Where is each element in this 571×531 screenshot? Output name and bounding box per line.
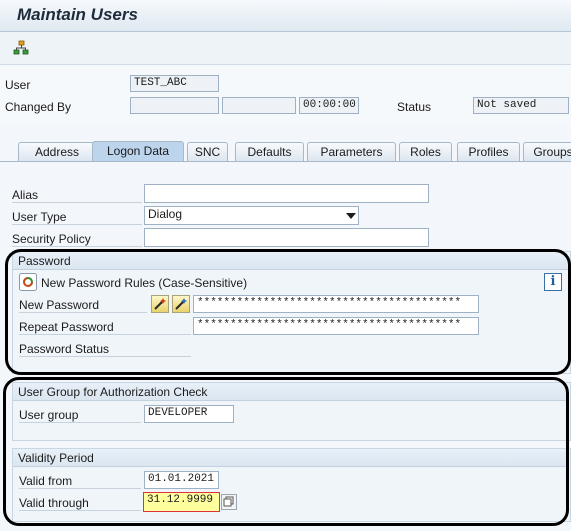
hierarchy-icon[interactable] [12,40,30,56]
user-field[interactable]: TEST_ABC [130,75,219,92]
chevron-down-icon[interactable] [346,213,356,219]
security-policy-label-line [12,246,142,247]
tab-groups[interactable]: Groups [523,142,571,161]
alias-input[interactable] [144,184,429,203]
tab-roles[interactable]: Roles [399,142,452,161]
user-type-label: User Type [12,210,67,224]
security-policy-label: Security Policy [12,232,91,246]
page-title: Maintain Users [17,5,138,24]
status-label: Status [397,100,432,114]
alias-label: Alias [12,188,39,202]
status-field: Not saved [473,97,569,114]
changed-date-field[interactable] [222,97,296,114]
tab-snc[interactable]: SNC [187,142,228,161]
tab-address[interactable]: Address [18,142,96,161]
changed-by-label: Changed By [5,100,72,114]
changed-time-field[interactable]: 00:00:00 [299,97,359,114]
password-highlight-oval [5,249,571,375]
user-type-value: Dialog [148,207,183,221]
alias-label-line [12,202,142,203]
header-area [0,65,571,125]
changed-by-field[interactable] [130,97,219,114]
tab-profiles[interactable]: Profiles [457,142,520,161]
user-type-dropdown[interactable]: Dialog [144,206,359,225]
tab-logon-data[interactable]: Logon Data [92,141,184,161]
tab-parameters[interactable]: Parameters [307,142,396,161]
auth-validity-highlight-oval [3,377,569,526]
tab-defaults[interactable]: Defaults [235,142,304,161]
user-type-label-line [12,224,142,225]
application-toolbar [0,32,571,65]
security-policy-input[interactable] [144,228,429,247]
user-label: User [5,78,31,92]
